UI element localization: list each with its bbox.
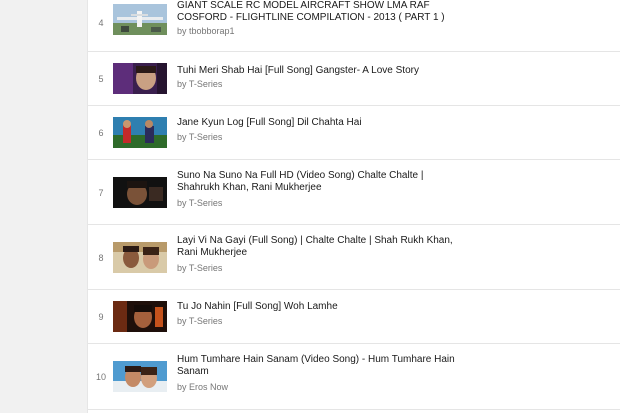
- item-index: 10: [95, 372, 106, 382]
- channel-name[interactable]: by T-Series: [177, 79, 222, 90]
- item-index: 9: [98, 312, 104, 322]
- channel-name[interactable]: by T-Series: [177, 263, 222, 274]
- playlist-item-8[interactable]: 8 Layi Vi Na Gayi (Full Song) | Chalte C…: [88, 225, 620, 290]
- video-title[interactable]: Hum Tumhare Hain Sanam (Video Song) - Hu…: [177, 354, 467, 378]
- item-index: 6: [98, 128, 104, 138]
- playlist-panel: 4 GIANT SCALE RC MODEL AIRCRAFT SHOW LMA…: [87, 0, 620, 413]
- song-video-thumbnail[interactable]: [113, 242, 167, 273]
- channel-name[interactable]: by T-Series: [177, 316, 222, 327]
- channel-name[interactable]: by tbobborap1: [177, 26, 235, 37]
- playlist-item-9[interactable]: 9 Tu Jo Nahin [Full Song] Woh Lamhe by T…: [88, 290, 620, 344]
- playlist-item-6[interactable]: 6 Jane Kyun Log [Full Song] Dil Chahta H…: [88, 106, 620, 160]
- left-rail: [0, 0, 87, 413]
- playlist-item-7[interactable]: 7 Suno Na Suno Na Full HD (Video Song) C…: [88, 160, 620, 225]
- playlist-item-10[interactable]: 10 Hum Tumhare Hain Sanam (Video Song) -…: [88, 344, 620, 410]
- song-video-thumbnail[interactable]: [113, 361, 167, 392]
- video-title[interactable]: Suno Na Suno Na Full HD (Video Song) Cha…: [177, 170, 467, 194]
- song-video-thumbnail[interactable]: [113, 177, 167, 208]
- video-title[interactable]: Tu Jo Nahin [Full Song] Woh Lamhe: [177, 301, 467, 313]
- playlist-page: 4 GIANT SCALE RC MODEL AIRCRAFT SHOW LMA…: [0, 0, 620, 413]
- video-title[interactable]: Jane Kyun Log [Full Song] Dil Chahta Hai: [177, 117, 467, 129]
- channel-name[interactable]: by T-Series: [177, 132, 222, 143]
- item-index: 7: [98, 188, 104, 198]
- song-video-thumbnail[interactable]: [113, 63, 167, 94]
- video-title[interactable]: Layi Vi Na Gayi (Full Song) | Chalte Cha…: [177, 235, 467, 259]
- item-index: 5: [98, 74, 104, 84]
- item-index: 8: [98, 253, 104, 263]
- channel-name[interactable]: by T-Series: [177, 198, 222, 209]
- song-video-thumbnail[interactable]: [113, 301, 167, 332]
- aircraft-show-thumbnail[interactable]: [113, 4, 167, 35]
- video-title[interactable]: GIANT SCALE RC MODEL AIRCRAFT SHOW LMA R…: [177, 0, 467, 24]
- playlist-item-5[interactable]: 5 Tuhi Meri Shab Hai [Full Song] Gangste…: [88, 52, 620, 106]
- song-video-thumbnail[interactable]: [113, 117, 167, 148]
- playlist-item-4[interactable]: 4 GIANT SCALE RC MODEL AIRCRAFT SHOW LMA…: [88, 0, 620, 52]
- video-title[interactable]: Tuhi Meri Shab Hai [Full Song] Gangster-…: [177, 65, 467, 77]
- channel-name[interactable]: by Eros Now: [177, 382, 228, 393]
- item-index: 4: [98, 18, 104, 28]
